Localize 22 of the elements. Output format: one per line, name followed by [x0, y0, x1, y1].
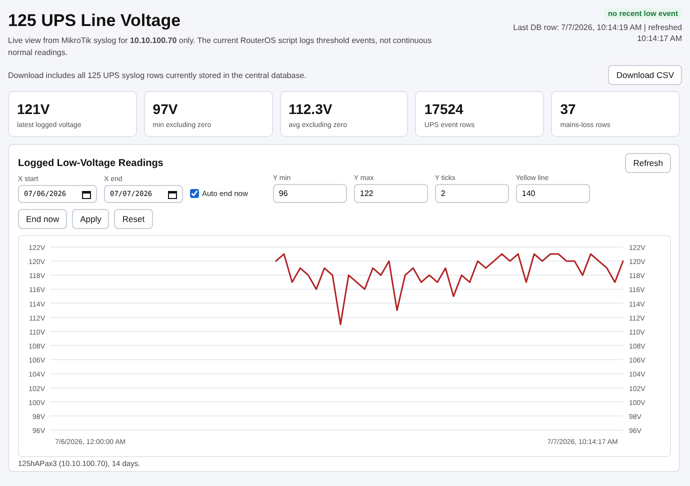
download-csv-button[interactable]: Download CSV — [608, 65, 682, 85]
page-title: 125 UPS Line Voltage — [8, 11, 182, 31]
refresh-button[interactable]: Refresh — [625, 153, 671, 173]
input-field[interactable]: 122 — [354, 184, 428, 203]
stat-value: 17524 — [424, 101, 464, 117]
auto-end-checkbox[interactable] — [190, 189, 199, 198]
input-field[interactable]: 96 — [272, 184, 347, 203]
page-description: Live view from MikroTik syslog for 10.10.100.70 only. The current RouterOS script logs threshold events, not continuous normal readings. — [8, 35, 433, 59]
input-field[interactable]: 2 — [434, 184, 509, 203]
stat-value: 121V — [17, 101, 51, 117]
action-button[interactable]: Reset — [114, 209, 153, 229]
stat-value: 112.3V — [288, 101, 334, 117]
last-update-text: Last DB row: 7/7/2026, 10:14:19 AM | refreshed 10:14:17 AM — [512, 22, 682, 44]
stat-value: 97V — [152, 101, 179, 117]
action-button[interactable]: Apply — [72, 209, 110, 229]
calendar-icon — [82, 190, 91, 198]
calendar-icon — [168, 190, 177, 198]
panel-title: Logged Low-Voltage Readings — [18, 158, 164, 168]
action-button[interactable]: End now — [18, 209, 68, 229]
stat-value: 37 — [560, 101, 577, 117]
input-field[interactable]: 140 — [516, 184, 590, 203]
download-note: Download includes all 125 UPS syslog rows currently stored in the central database. — [8, 70, 306, 80]
